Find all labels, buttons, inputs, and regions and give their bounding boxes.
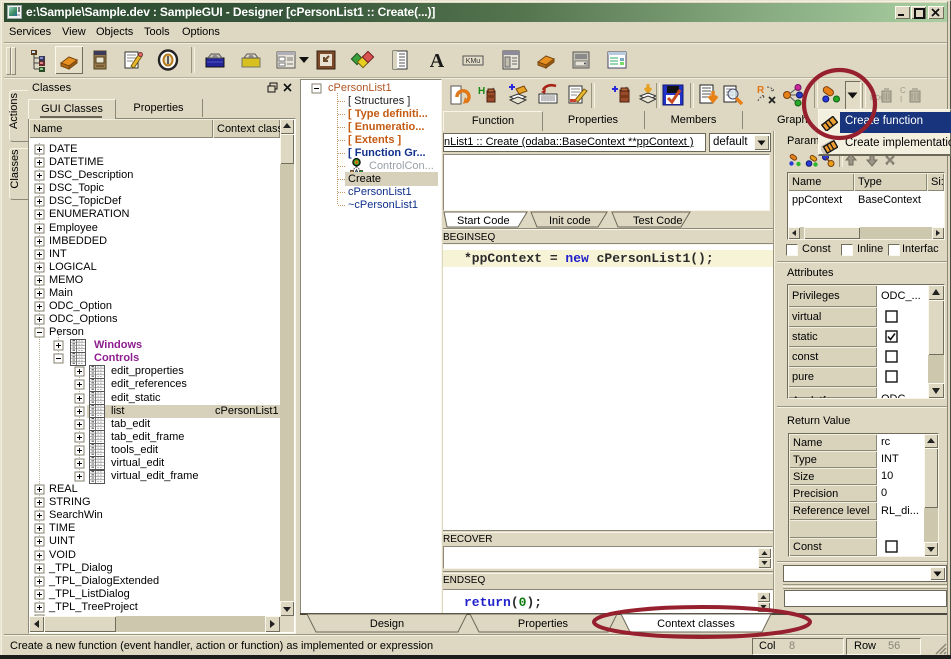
svg-text:R: R <box>757 85 765 96</box>
svg-text:C: C <box>900 86 906 95</box>
svg-text:Init code: Init code <box>549 215 591 227</box>
svg-text:A: A <box>430 50 445 72</box>
svg-text:Context classes: Context classes <box>657 618 735 630</box>
svg-text:Properties: Properties <box>518 618 569 630</box>
svg-text:Design: Design <box>370 618 404 630</box>
svg-text:Start Code: Start Code <box>457 215 510 227</box>
svg-text:Test Code: Test Code <box>633 215 683 227</box>
svg-text:KMu: KMu <box>466 58 481 65</box>
svg-text:H: H <box>478 86 485 97</box>
svg-text:I: I <box>900 95 902 104</box>
